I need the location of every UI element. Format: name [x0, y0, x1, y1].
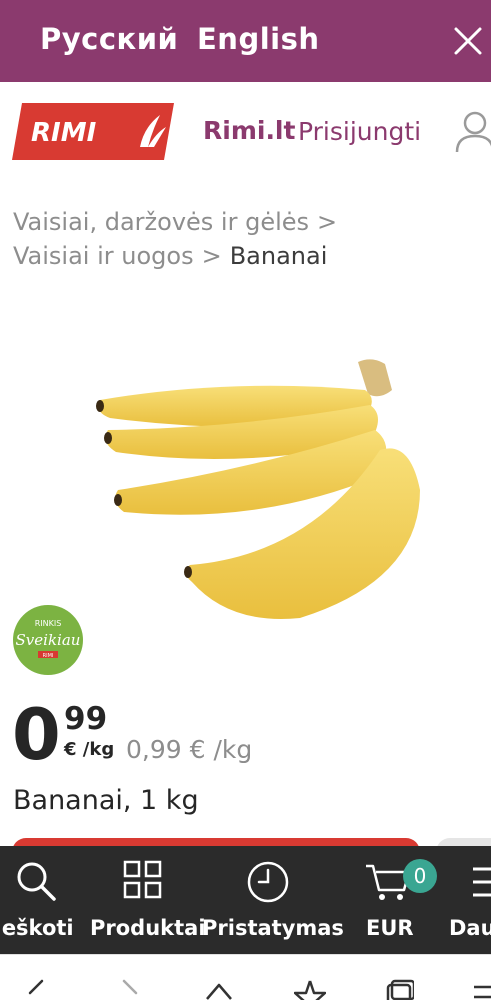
breadcrumb-separator: >: [201, 242, 222, 270]
browser-menu-icon[interactable]: [472, 979, 491, 1000]
site-header: RIMI Rimi.lt Prisijungti: [0, 82, 491, 182]
nav-cart-label: EUR: [366, 916, 414, 940]
search-icon: [17, 862, 56, 901]
product-title: Bananai, 1 kg: [13, 785, 199, 816]
breadcrumb-link-category[interactable]: Vaisiai, daržovės ir gėlės: [13, 208, 309, 236]
clock-icon: [247, 861, 289, 903]
nav-more-label: Dau: [449, 916, 491, 940]
badge-top-text: RINKIS: [35, 619, 62, 628]
language-english-button[interactable]: English: [197, 22, 320, 56]
breadcrumb-link-subcategory[interactable]: Vaisiai ir uogos: [13, 242, 194, 270]
badge-script-text: Sveikiau: [16, 631, 81, 649]
nav-more[interactable]: Dau: [445, 846, 491, 954]
price-unit: € /kg: [64, 739, 115, 760]
breadcrumb-separator: >: [317, 208, 338, 236]
product-image: [96, 359, 420, 619]
browser-toolbar: [0, 954, 491, 1000]
grid-icon: [123, 860, 162, 899]
tabs-icon[interactable]: [384, 979, 414, 1000]
nav-delivery[interactable]: Pristatymas: [200, 846, 344, 954]
site-link[interactable]: Rimi.lt: [203, 116, 295, 145]
menu-icon: [473, 867, 491, 897]
language-bar: Русский English: [0, 0, 491, 82]
nav-products[interactable]: Produktai: [88, 846, 206, 954]
language-russian-button[interactable]: Русский: [40, 22, 178, 56]
close-icon[interactable]: [453, 26, 483, 56]
user-icon[interactable]: [455, 110, 491, 154]
badge-brand-text: RIMI: [43, 653, 54, 659]
home-icon[interactable]: [204, 979, 234, 1000]
price-per-kg: 0,99 € /kg: [126, 735, 253, 764]
breadcrumb-current: Bananai: [229, 242, 328, 270]
price-decimal: 99: [64, 701, 108, 737]
nav-search[interactable]: Ieškoti: [0, 846, 80, 954]
price-integer: 0: [12, 694, 61, 776]
nav-products-label: Produktai: [90, 916, 206, 940]
forward-icon[interactable]: [120, 979, 140, 1000]
nav-delivery-label: Pristatymas: [202, 916, 344, 940]
login-link[interactable]: Prisijungti: [298, 117, 421, 146]
rimi-logo[interactable]: RIMI: [12, 103, 174, 160]
bookmark-star-icon[interactable]: [294, 979, 326, 1000]
back-icon[interactable]: [26, 979, 46, 1000]
cart-count-badge: 0: [403, 859, 437, 893]
rimi-logo-text: RIMI: [31, 118, 97, 148]
healthier-choice-badge: RINKIS Sveikiau RIMI: [13, 605, 83, 675]
breadcrumb: Vaisiai, daržovės ir gėlės > Vaisiai ir u…: [13, 205, 345, 273]
nav-search-label: Ieškoti: [0, 916, 74, 940]
